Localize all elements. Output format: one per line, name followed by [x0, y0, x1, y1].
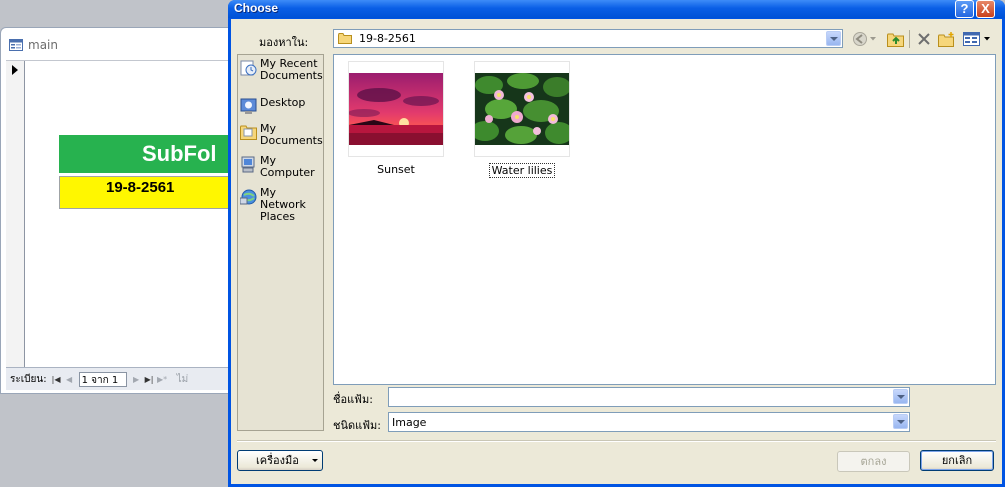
file-type-dropdown[interactable]: Image [388, 412, 910, 432]
chevron-down-icon[interactable] [893, 414, 908, 429]
divider [237, 440, 996, 442]
file-type-value: Image [392, 416, 427, 429]
tools-button[interactable]: เครื่องมือ [237, 450, 323, 471]
sunset-thumbnail [349, 73, 443, 145]
record-label: ระเบียน: [10, 373, 47, 385]
place-my-computer[interactable]: My Computer [240, 155, 324, 179]
look-in-dropdown[interactable]: 19-8-2561 [333, 29, 843, 48]
look-in-value: 19-8-2561 [359, 32, 416, 45]
file-item-sunset[interactable]: Sunset [348, 61, 444, 176]
my-documents-icon [240, 125, 257, 140]
up-folder-icon[interactable] [886, 30, 904, 48]
file-name: Water lilies [488, 163, 556, 178]
thumbnail-frame [474, 61, 570, 157]
views-dropdown-icon[interactable] [982, 30, 992, 48]
chevron-down-icon[interactable] [893, 389, 908, 404]
background-form-window: main SubFol 19-8-2561 ระเบียน: |◀ ◀ 1 จา… [0, 27, 239, 394]
file-item-water-lilies[interactable]: Water lilies [474, 61, 570, 178]
place-my-documents[interactable]: My Documents [240, 123, 324, 147]
place-my-network-places[interactable]: My Network Places [240, 187, 324, 223]
subform-title: SubFol [59, 135, 239, 173]
my-computer-icon [241, 156, 255, 173]
place-label: My Network Places [260, 186, 306, 223]
place-label: My Documents [260, 122, 323, 147]
current-record-arrow-icon [12, 65, 18, 75]
date-field[interactable]: 19-8-2561 [59, 176, 239, 209]
chevron-down-icon[interactable] [826, 31, 841, 46]
views-icon[interactable] [962, 30, 980, 48]
folder-icon [338, 33, 352, 44]
previous-record-icon[interactable]: ◀ [63, 375, 76, 384]
chevron-down-icon [312, 459, 318, 462]
form-title: main [28, 38, 58, 52]
place-label: My Recent Documents [260, 57, 323, 82]
file-name-input[interactable] [388, 387, 910, 407]
record-navigation-bar: ระเบียน: |◀ ◀ 1 จาก 1 ▶ ▶| ▶* ไม่ [6, 367, 236, 390]
look-in-label: มองหาใน: [259, 36, 309, 49]
place-label: Desktop [260, 96, 306, 109]
desktop-icon [240, 98, 257, 114]
dialog-titlebar[interactable]: Choose ? X [228, 0, 1005, 18]
record-number-input[interactable]: 1 จาก 1 [78, 371, 127, 387]
thumbnail-frame [348, 61, 444, 157]
first-record-icon[interactable]: |◀ [50, 375, 63, 384]
new-folder-icon[interactable] [937, 30, 955, 48]
record-selector[interactable] [6, 61, 25, 367]
form-icon [9, 39, 23, 51]
dialog-title: Choose [234, 1, 279, 15]
back-dropdown-icon[interactable] [868, 30, 878, 48]
place-my-recent-documents[interactable]: My Recent Documents [240, 58, 324, 82]
last-record-icon[interactable]: ▶| [143, 375, 156, 384]
file-name: Sunset [377, 163, 415, 176]
file-list[interactable]: Sunset Water lilies [333, 54, 996, 385]
file-type-label: ชนิดแฟ้ม: [333, 419, 381, 432]
recent-documents-icon [240, 60, 257, 76]
places-bar: My Recent Documents Desktop My Documents… [237, 54, 324, 431]
place-label: My Computer [260, 154, 315, 179]
toolbar-separator [909, 30, 910, 48]
water-lilies-thumbnail [475, 73, 569, 145]
choose-dialog: Choose ? X มองหาใน: 19-8-2561 My Recent … [228, 0, 1005, 487]
ok-button[interactable]: ตกลง [837, 451, 910, 472]
filter-indicator[interactable]: ไม่ [177, 372, 189, 387]
help-button[interactable]: ? [955, 0, 974, 18]
file-name-label: ชื่อแฟ้ม: [333, 393, 373, 406]
dialog-body: มองหาใน: 19-8-2561 My Recent Documents D… [231, 19, 1002, 484]
tools-button-label: เครื่องมือ [256, 454, 299, 467]
form-body [6, 60, 236, 367]
network-places-icon [240, 189, 257, 205]
new-record-icon[interactable]: ▶* [156, 375, 169, 384]
cancel-button[interactable]: ยกเลิก [920, 450, 994, 471]
place-desktop[interactable]: Desktop [240, 97, 324, 115]
next-record-icon[interactable]: ▶ [130, 375, 143, 384]
back-icon[interactable] [851, 30, 869, 48]
form-tab[interactable]: main [9, 37, 58, 53]
close-button[interactable]: X [976, 0, 995, 18]
delete-icon[interactable] [915, 30, 933, 48]
